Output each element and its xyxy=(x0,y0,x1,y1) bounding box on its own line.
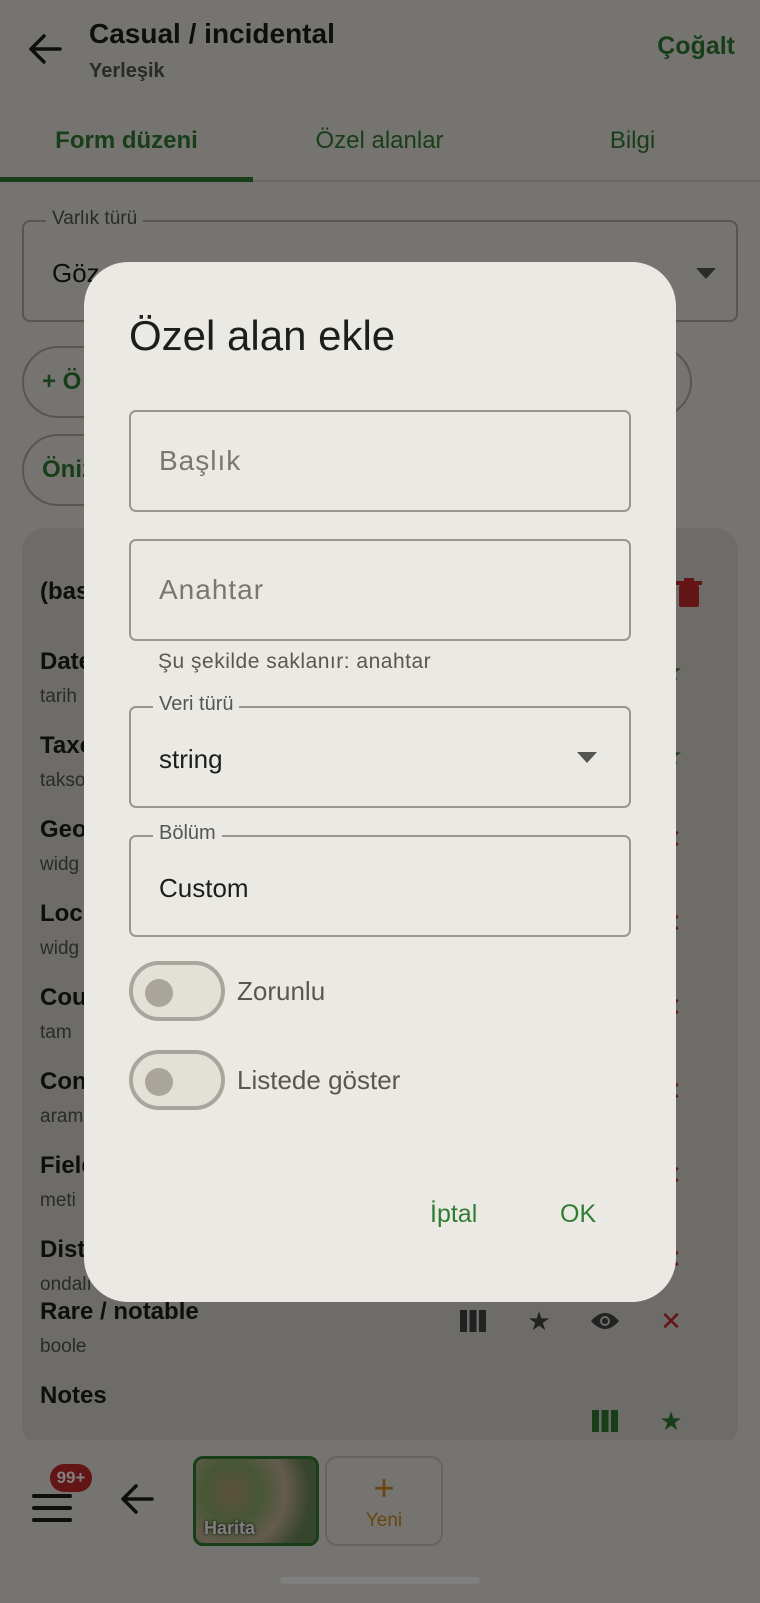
data-type-select[interactable]: Veri türü string xyxy=(129,693,631,808)
required-switch-row[interactable]: Zorunlu xyxy=(129,961,325,1021)
title-field[interactable] xyxy=(129,410,631,512)
data-type-value: string xyxy=(159,744,223,774)
key-field[interactable] xyxy=(129,539,631,641)
data-type-label: Veri türü xyxy=(153,693,240,716)
dialog-title: Özel alan ekle xyxy=(129,312,396,359)
section-value[interactable]: Custom xyxy=(159,873,249,904)
required-toggle[interactable] xyxy=(129,961,225,1021)
show-in-list-switch-row[interactable]: Listede göster xyxy=(129,1050,400,1110)
toggle-knob xyxy=(145,1068,173,1096)
required-label: Zorunlu xyxy=(237,975,326,1006)
toggle-knob xyxy=(145,979,173,1007)
key-helper-text: Şu şekilde saklanır: anahtar xyxy=(158,650,432,673)
chevron-down-icon xyxy=(577,752,597,763)
ok-button[interactable]: OK xyxy=(548,1192,608,1237)
show-in-list-label: Listede göster xyxy=(237,1064,401,1095)
show-in-list-toggle[interactable] xyxy=(129,1050,225,1110)
key-input[interactable] xyxy=(131,541,629,639)
section-field[interactable]: Bölüm Custom xyxy=(129,822,631,937)
section-label: Bölüm xyxy=(153,822,222,845)
add-custom-field-dialog: Özel alan ekle Şu şekilde saklanır: anah… xyxy=(84,262,676,1302)
title-input[interactable] xyxy=(131,412,629,510)
cancel-button[interactable]: İptal xyxy=(418,1192,489,1237)
